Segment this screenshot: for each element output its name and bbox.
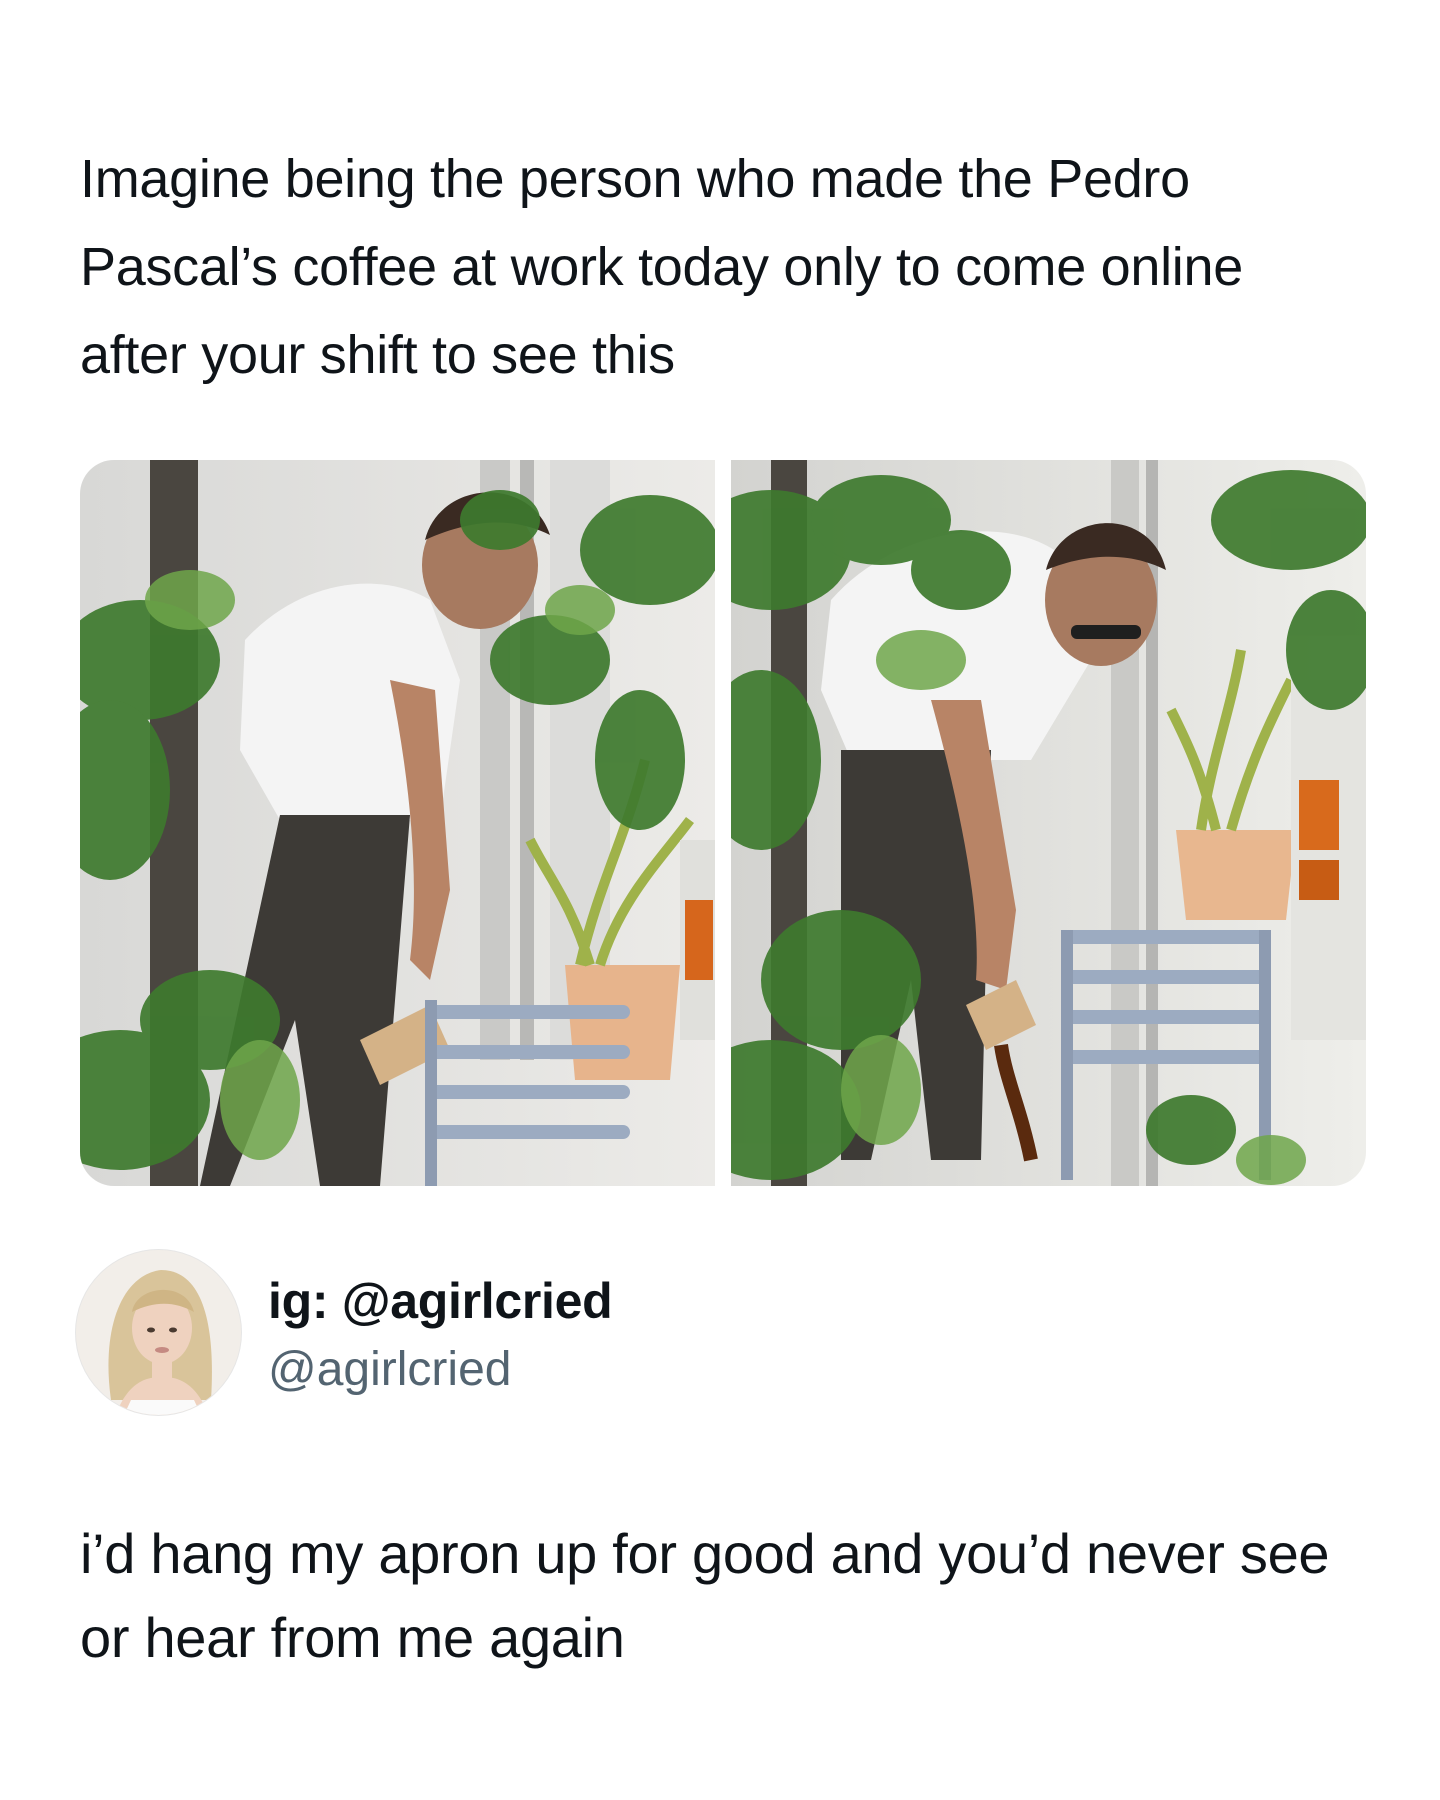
photo-left-image (80, 460, 715, 1186)
quoted-post-text: Imagine being the person who made the Pe… (80, 149, 1243, 385)
profile-photo-icon (76, 1250, 241, 1415)
post-text: i’d hang my apron up for good and you’d … (80, 1522, 1330, 1669)
photo-left[interactable] (80, 460, 715, 1186)
author-display-name[interactable]: ig: @agirlcried (268, 1272, 613, 1330)
author-handle[interactable]: @agirlcried (268, 1342, 511, 1397)
social-post: Imagine being the person who made the Pe… (0, 0, 1440, 1800)
avatar[interactable] (76, 1250, 241, 1415)
photo-right-image (731, 460, 1366, 1186)
media-grid[interactable] (80, 460, 1366, 1186)
author-block[interactable]: ig: @agirlcried @agirlcried (76, 1250, 976, 1420)
photo-right[interactable] (731, 460, 1366, 1186)
